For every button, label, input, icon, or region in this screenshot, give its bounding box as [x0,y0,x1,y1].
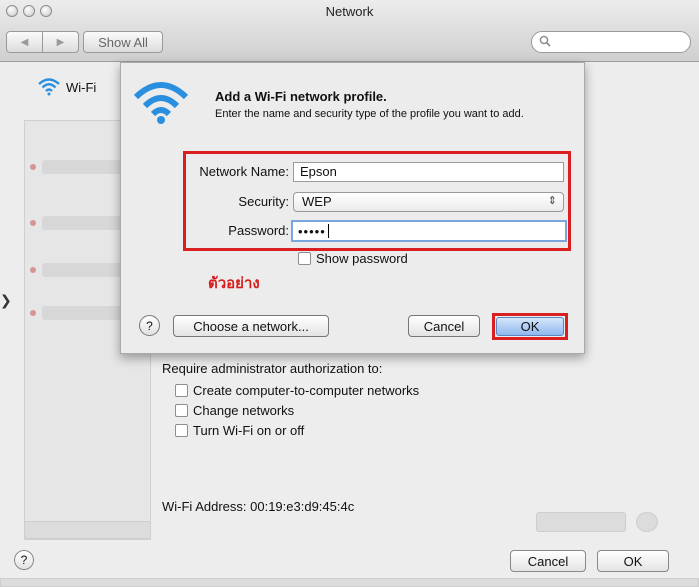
window-titlebar: Network ◀ ▶ Show All [0,0,699,62]
footer-ok-button[interactable]: OK [597,550,669,572]
option-turn-wifi[interactable]: Turn Wi-Fi on or off [175,423,304,438]
add-wifi-profile-dialog: Add a Wi-Fi network profile. Enter the n… [120,62,585,354]
back-forward-group: ◀ ▶ [6,31,79,53]
option-label: Change networks [193,403,295,418]
dialog-title: Add a Wi-Fi network profile. [215,89,387,104]
wifi-address: Wi-Fi Address: 00:19:e3:d9:45:4c [162,499,355,514]
advanced-button[interactable] [536,512,626,532]
wifi-icon [133,82,189,124]
option-label: Turn Wi-Fi on or off [193,423,305,438]
footer-help-button[interactable]: ? [14,550,34,570]
status-dot [30,164,36,170]
show-password-option[interactable]: Show password [298,251,408,266]
window-title: Network [325,4,374,19]
checkbox[interactable] [298,252,311,265]
forward-arrow-icon[interactable]: ▶ [42,32,78,52]
example-annotation: ตัวอย่าง [208,275,260,292]
service-list-toolbar [24,521,151,539]
password-value: ••••• [298,223,326,239]
choose-network-button[interactable]: Choose a network... [173,315,329,337]
admin-auth-label: Require administrator authorization to: [162,361,383,376]
show-all-button[interactable]: Show All [83,31,163,53]
chevron-updown-icon: ⇕ [547,195,557,207]
search-icon [539,35,551,50]
sidebar-item-wifi[interactable]: Wi-Fi [38,78,96,96]
back-arrow-icon[interactable]: ◀ [7,32,42,52]
lock-bar [0,578,699,587]
show-password-label: Show password [316,251,408,266]
wifi-icon [38,78,60,96]
security-label: Security: [238,194,289,209]
dialog-description: Enter the name and security type of the … [215,108,524,120]
help-button[interactable]: ? [139,315,160,336]
help-circle-button[interactable] [636,512,658,532]
checkbox[interactable] [175,424,188,437]
pointer-arrow-icon: ❯ [0,292,12,308]
status-dot [30,220,36,226]
text-caret [327,224,329,238]
password-field[interactable]: ••••• [291,220,567,242]
cancel-button[interactable]: Cancel [408,315,480,337]
security-select[interactable]: WEP ⇕ [293,192,564,212]
checkbox[interactable] [175,384,188,397]
checkbox[interactable] [175,404,188,417]
option-create-networks[interactable]: Create computer-to-computer networks [175,383,419,398]
security-value: WEP [302,194,332,209]
footer-cancel-button[interactable]: Cancel [510,550,586,572]
option-change-networks[interactable]: Change networks [175,403,294,418]
password-label: Password: [228,223,289,238]
network-name-label: Network Name: [199,164,289,179]
ok-button[interactable]: OK [496,317,564,336]
status-dot [30,267,36,273]
status-dot [30,310,36,316]
search-input[interactable] [531,31,691,53]
network-name-field[interactable]: Epson [293,162,564,182]
option-label: Create computer-to-computer networks [193,383,420,398]
sidebar-item-label: Wi-Fi [66,79,97,95]
